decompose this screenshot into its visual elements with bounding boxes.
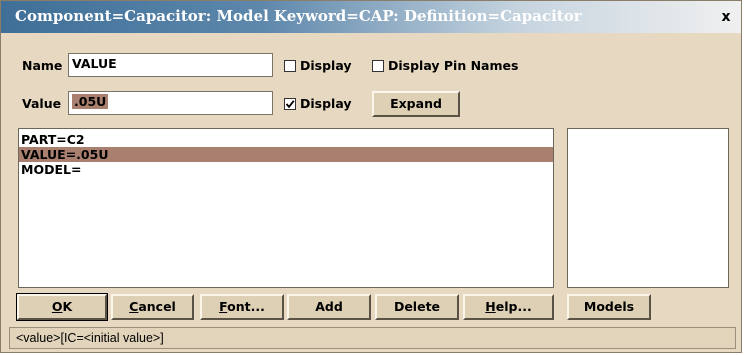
models-button[interactable]: Models <box>567 294 651 320</box>
name-input[interactable]: VALUE <box>68 53 273 77</box>
component-dialog: Component=Capacitor: Model Keyword=CAP: … <box>0 0 742 353</box>
window-title: Component=Capacitor: Model Keyword=CAP: … <box>15 7 582 25</box>
name-value: VALUE <box>72 56 117 71</box>
add-button[interactable]: Add <box>287 294 371 320</box>
help-button[interactable]: Help... <box>463 294 554 320</box>
value-display-checkbox[interactable] <box>284 98 296 110</box>
name-display-label: Display <box>300 58 352 73</box>
title-bar[interactable]: Component=Capacitor: Model Keyword=CAP: … <box>1 1 741 33</box>
name-display-checkbox[interactable] <box>284 60 296 72</box>
cancel-button[interactable]: Cancel <box>111 294 194 320</box>
list-item[interactable]: MODEL= <box>19 162 553 177</box>
display-pin-names-label: Display Pin Names <box>388 58 519 73</box>
attribute-list[interactable]: PART=C2 VALUE=.05U MODEL= <box>18 128 554 288</box>
name-label: Name <box>22 58 63 73</box>
value-label: Value <box>22 96 62 111</box>
expand-button[interactable]: Expand <box>372 91 460 117</box>
list-item[interactable]: PART=C2 <box>19 132 553 147</box>
status-bar: <value>[IC=<initial value>] <box>9 327 736 349</box>
close-icon[interactable]: x <box>717 8 735 26</box>
list-item-selected[interactable]: VALUE=.05U <box>19 147 553 162</box>
font-button[interactable]: Font... <box>200 294 284 320</box>
value-input[interactable]: .05U <box>68 91 273 115</box>
ok-button[interactable]: OK <box>16 293 108 321</box>
delete-button[interactable]: Delete <box>375 294 459 320</box>
preview-box <box>567 128 729 288</box>
value-text: .05U <box>72 94 109 109</box>
display-pin-names-checkbox[interactable] <box>372 60 384 72</box>
checkmark-icon <box>285 100 295 109</box>
value-display-label: Display <box>300 96 352 111</box>
